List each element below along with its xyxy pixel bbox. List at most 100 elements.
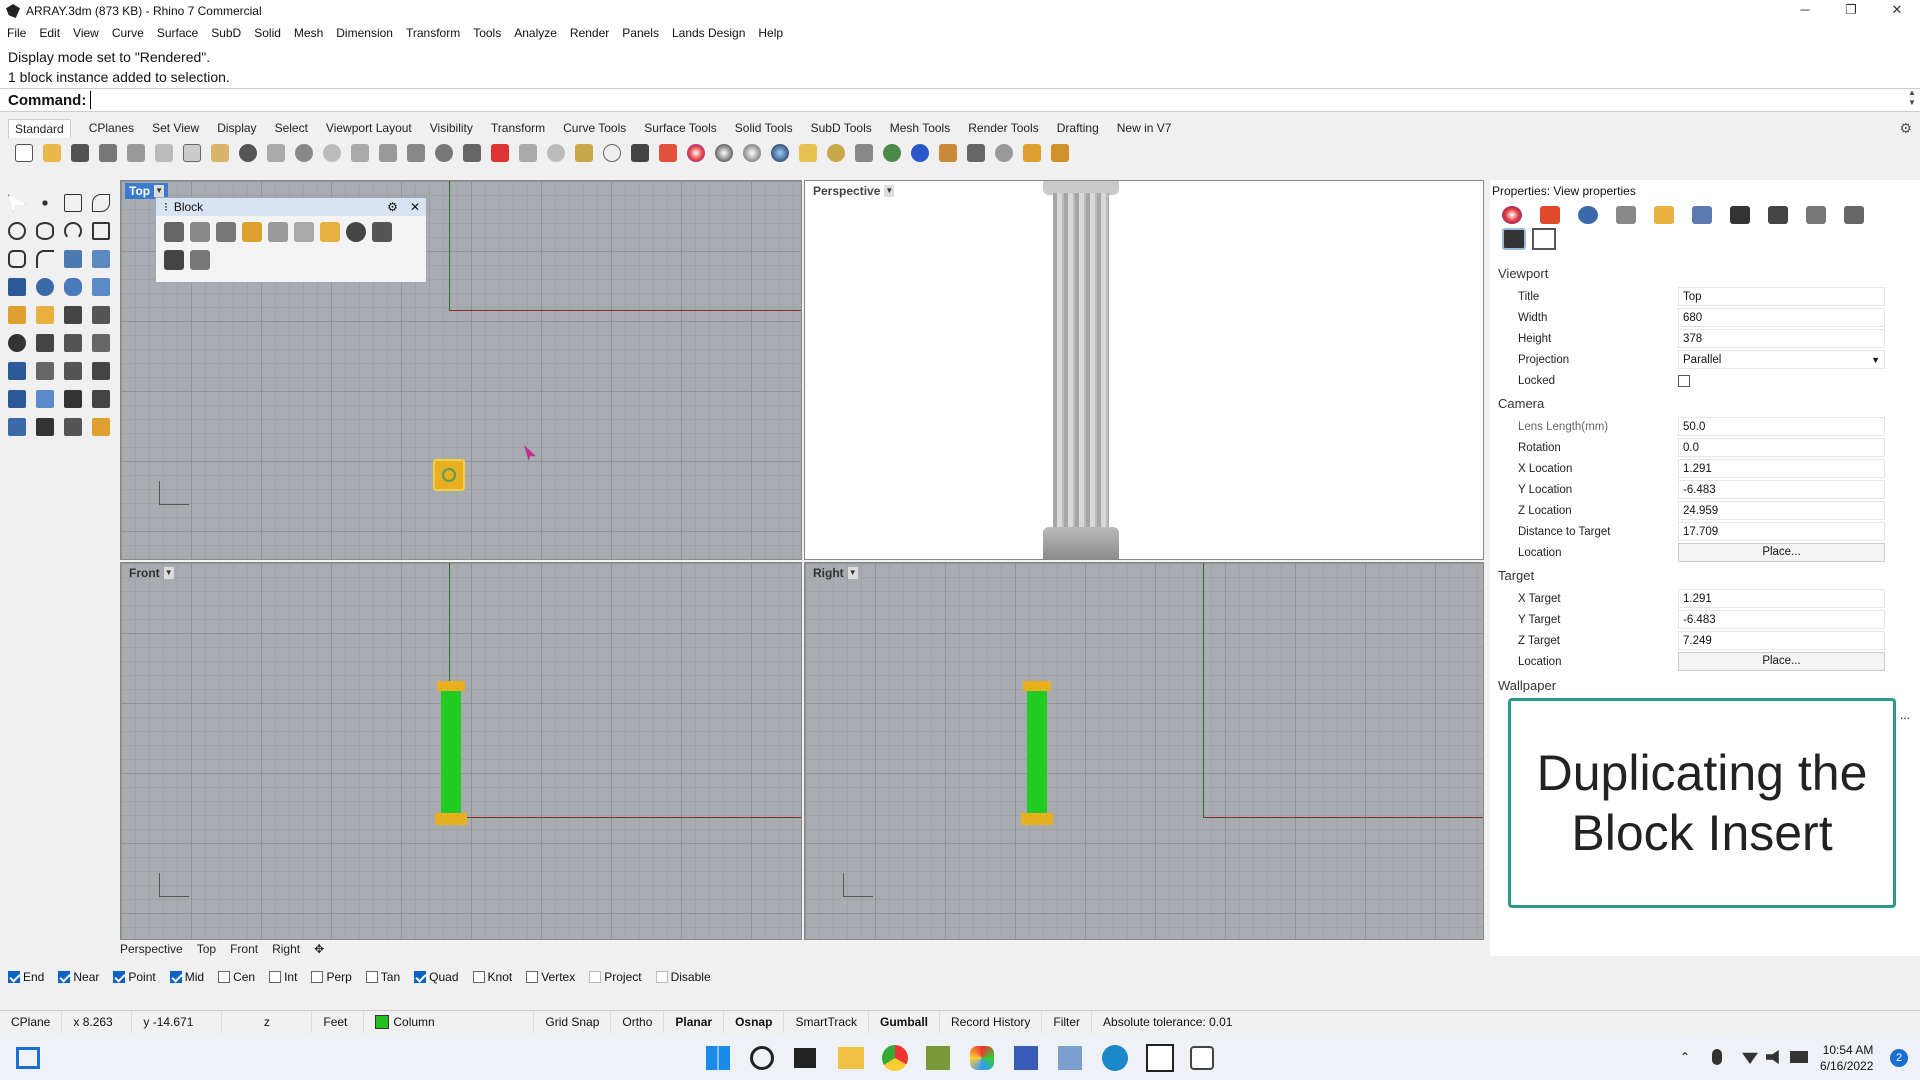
block-instance[interactable] (433, 459, 465, 491)
viewport-icon[interactable] (1532, 228, 1556, 250)
folder-icon[interactable] (1654, 206, 1674, 224)
tab-solid-tools[interactable]: Solid Tools (735, 119, 793, 137)
y-target-field[interactable]: -6.483 (1678, 610, 1885, 629)
block-insert-icon[interactable] (190, 222, 210, 242)
polygon-icon[interactable] (4, 246, 30, 272)
subd-icon[interactable] (32, 330, 58, 356)
cplane-icon[interactable] (544, 141, 568, 165)
osnap-quad[interactable]: Quad (414, 970, 459, 984)
tab-select[interactable]: Select (275, 119, 308, 137)
new-file-icon[interactable] (12, 141, 36, 165)
material-ball-icon[interactable] (684, 141, 708, 165)
fillet-curve-icon[interactable] (32, 246, 58, 272)
array-icon[interactable] (60, 358, 86, 384)
zoom-icon[interactable] (320, 141, 344, 165)
menu-curve[interactable]: Curve (112, 26, 144, 40)
tab-curve-tools[interactable]: Curve Tools (563, 119, 626, 137)
zoom-extents-icon[interactable] (376, 141, 400, 165)
named-view-icon[interactable] (516, 141, 540, 165)
height-field[interactable]: 378 (1678, 329, 1885, 348)
status-gumball[interactable]: Gumball (869, 1010, 941, 1033)
print-icon[interactable] (96, 141, 120, 165)
tab-standard[interactable]: Standard (8, 118, 71, 138)
projection-dropdown[interactable]: Parallel ▼ (1678, 350, 1885, 369)
status-ortho[interactable]: Ortho (611, 1010, 665, 1033)
history-scroll-arrows[interactable]: ▲ ▼ (1906, 88, 1918, 112)
scale-icon[interactable] (32, 358, 58, 384)
column-top-cap[interactable] (1023, 681, 1051, 691)
wifi-icon[interactable] (1742, 1052, 1758, 1064)
battery-icon[interactable] (1790, 1051, 1808, 1063)
menu-render[interactable]: Render (570, 26, 609, 40)
block-attribute-icon[interactable] (190, 250, 210, 270)
viewport-title-perspective[interactable]: Perspective ▼ (809, 183, 898, 199)
menu-subd[interactable]: SubD (211, 26, 241, 40)
menu-view[interactable]: View (73, 26, 99, 40)
spiral-icon[interactable] (992, 141, 1016, 165)
mirror-icon[interactable] (88, 358, 114, 384)
menu-file[interactable]: File (7, 26, 26, 40)
clock[interactable]: 10:54 AM 6/16/2022 (1820, 1042, 1873, 1074)
column-top-cap[interactable] (437, 681, 465, 691)
loft-icon[interactable] (60, 302, 86, 328)
status-grid-snap[interactable]: Grid Snap (534, 1010, 612, 1033)
polyline-icon[interactable] (60, 190, 86, 216)
gumball-icon[interactable] (88, 386, 114, 412)
extend-curve-icon[interactable] (88, 246, 114, 272)
menu-transform[interactable]: Transform (406, 26, 460, 40)
osnap-cen[interactable]: Cen (218, 970, 255, 984)
column-shape[interactable] (1027, 691, 1047, 813)
block-properties-icon[interactable] (372, 222, 392, 242)
four-viewports-icon[interactable] (460, 141, 484, 165)
status-layer[interactable]: Column (364, 1010, 535, 1033)
rdk-icon[interactable] (1844, 206, 1864, 224)
block-icon[interactable] (1020, 141, 1044, 165)
car-icon[interactable] (488, 141, 512, 165)
tab-transform[interactable]: Transform (491, 119, 545, 137)
tab-viewport-layout[interactable]: Viewport Layout (326, 119, 412, 137)
render-icon[interactable] (60, 414, 86, 440)
options-gear-icon[interactable] (824, 141, 848, 165)
x-location-field[interactable]: 1.291 (1678, 459, 1885, 478)
block-text-icon[interactable] (164, 250, 184, 270)
block-replace-icon[interactable] (268, 222, 288, 242)
osnap-vertex[interactable]: Vertex (526, 970, 575, 984)
paste-icon[interactable] (208, 141, 232, 165)
paint-bucket-icon[interactable] (88, 414, 114, 440)
column-bottom-cap[interactable] (1021, 813, 1053, 825)
export-icon[interactable] (124, 141, 148, 165)
zoom-selected-icon[interactable] (404, 141, 428, 165)
menu-edit[interactable]: Edit (39, 26, 60, 40)
app-icon[interactable] (926, 1046, 950, 1070)
grid-array-icon[interactable] (60, 386, 86, 412)
plane-surface-icon[interactable] (88, 274, 114, 300)
tab-render-tools[interactable]: Render Tools (968, 119, 1039, 137)
menu-dimension[interactable]: Dimension (336, 26, 393, 40)
z-target-field[interactable]: 7.249 (1678, 631, 1885, 650)
g-app-icon[interactable] (1190, 1046, 1214, 1070)
distance-field[interactable]: 17.709 (1678, 522, 1885, 541)
add-viewport-icon[interactable]: ✥ (314, 942, 324, 956)
osnap-point[interactable]: Point (113, 970, 156, 984)
block-refresh-icon[interactable] (346, 222, 366, 242)
paint-icon[interactable] (796, 141, 820, 165)
tab-display[interactable]: Display (217, 119, 256, 137)
brush-icon[interactable] (936, 141, 960, 165)
undo-icon[interactable] (236, 141, 260, 165)
menu-panels[interactable]: Panels (622, 26, 659, 40)
join-icon[interactable] (60, 330, 86, 356)
object-icon[interactable] (1540, 206, 1560, 224)
widgets-icon[interactable] (16, 1047, 40, 1069)
chat-icon[interactable] (1014, 1046, 1038, 1070)
dimension-icon[interactable] (852, 141, 876, 165)
slack-icon[interactable] (970, 1046, 994, 1070)
point-icon[interactable] (32, 190, 58, 216)
dimension-tool-icon[interactable] (32, 386, 58, 412)
grid-snap-icon[interactable] (572, 141, 596, 165)
panel-grip-icon[interactable]: ⁝ (164, 200, 168, 214)
notes-icon[interactable] (1806, 206, 1826, 224)
environment-icon[interactable] (1578, 206, 1598, 224)
status-record-history[interactable]: Record History (940, 1010, 1043, 1033)
block-manager-icon[interactable] (1048, 141, 1072, 165)
tab-cplanes[interactable]: CPlanes (89, 119, 134, 137)
